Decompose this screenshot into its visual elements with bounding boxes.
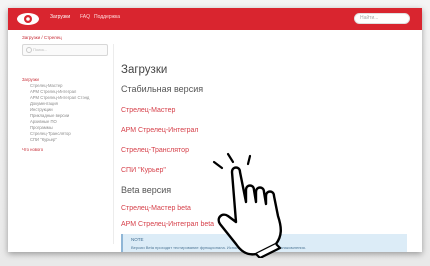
download-link[interactable]: Стрелец-Мастер <box>121 107 175 114</box>
sidebar-search-input[interactable]: Поиск... <box>22 44 108 56</box>
content-divider <box>113 44 114 244</box>
sidebar-item[interactable]: Прикладные версии <box>30 113 69 118</box>
download-link[interactable]: Стрелец-Мастер beta <box>121 205 191 212</box>
note-text: Версии Beta проходят тестирование функци… <box>131 245 306 250</box>
sidebar-item[interactable]: Документация <box>30 101 58 106</box>
download-link[interactable]: АРМ Стрелец-Интеграл beta <box>121 221 214 228</box>
top-navbar: Загрузки FAQ Поддержка Найти... <box>8 8 422 30</box>
sidebar: Поиск... Загрузки Стрелец-Мастер АРМ Стр… <box>22 44 108 252</box>
download-link[interactable]: СПИ "Курьер" <box>121 167 166 174</box>
nav-support[interactable]: Поддержка <box>94 14 120 20</box>
sidebar-item[interactable]: Программы <box>30 125 53 130</box>
background: Загрузки FAQ Поддержка Найти... Загрузки… <box>0 0 430 266</box>
sidebar-item[interactable]: Архивные ПО <box>30 119 57 124</box>
sidebar-item[interactable]: АРМ Стрелец-Интеграл <box>30 89 76 94</box>
sidebar-item[interactable]: СПИ "Курьер" <box>30 137 57 142</box>
download-link[interactable]: АРМ Стрелец-Интеграл <box>121 127 199 134</box>
eye-logo-icon[interactable] <box>16 12 40 26</box>
browser-window: Загрузки FAQ Поддержка Найти... Загрузки… <box>8 8 422 252</box>
stable-heading: Стабильная версия <box>121 84 204 94</box>
nav-downloads[interactable]: Загрузки <box>50 14 70 20</box>
search-icon <box>26 47 32 53</box>
sidebar-item-downloads[interactable]: Загрузки <box>22 77 39 82</box>
sidebar-item[interactable]: АРМ Стрелец-Интеграл Стэнд <box>30 95 89 100</box>
beta-heading: Beta версия <box>121 185 172 195</box>
nav-faq[interactable]: FAQ <box>80 14 90 20</box>
note-box: NOTE Версии Beta проходят тестирование ф… <box>121 234 407 252</box>
sidebar-item-whats-new[interactable]: Что нового <box>22 147 43 152</box>
sidebar-item[interactable]: Стрелец-Мастер <box>30 83 63 88</box>
note-title: NOTE <box>131 237 144 242</box>
header-search-input[interactable]: Найти... <box>354 13 410 24</box>
breadcrumb[interactable]: Загрузки / Стрелец <box>22 35 62 40</box>
download-link[interactable]: Стрелец-Транслятор <box>121 147 189 154</box>
sidebar-item[interactable]: Инструкции <box>30 107 53 112</box>
sidebar-item[interactable]: Стрелец-Транслятор <box>30 131 71 136</box>
page-title: Загрузки <box>121 64 168 76</box>
